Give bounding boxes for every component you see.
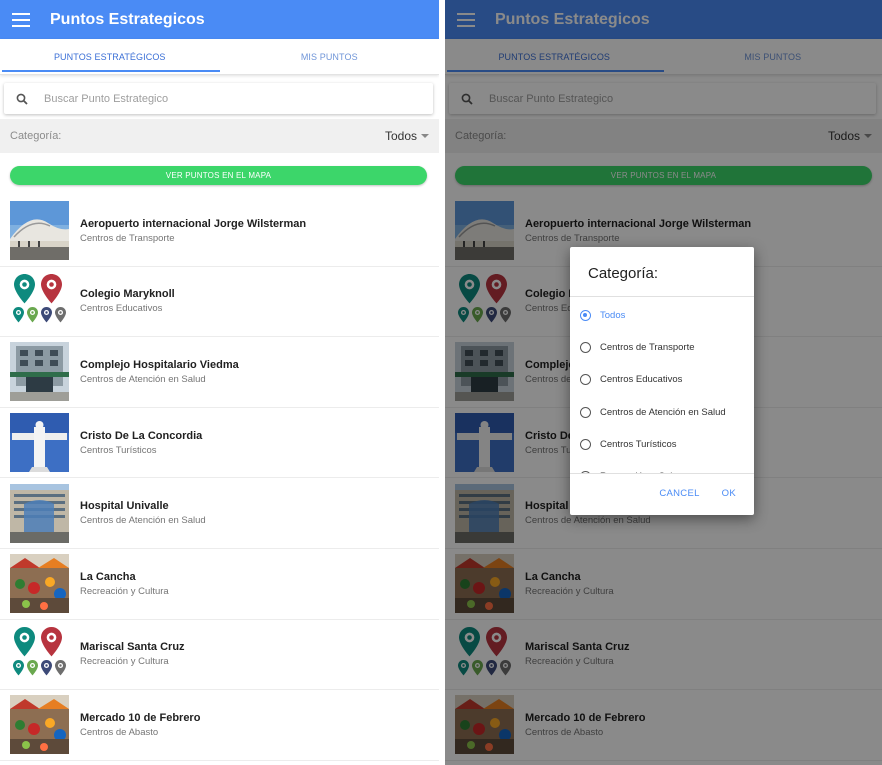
- ok-button[interactable]: OK: [722, 488, 736, 499]
- view-map-button[interactable]: VER PUNTOS EN EL MAPA: [10, 166, 427, 185]
- category-dialog: Categoría: Todos Centros de Transporte C…: [570, 247, 754, 515]
- dialog-actions: CANCEL OK: [570, 473, 754, 513]
- screen-main: Puntos Estrategicos PUNTOS ESTRATÉGICOS …: [0, 0, 439, 765]
- option-label: Todos: [600, 309, 626, 321]
- item-title: Colegio Maryknoll: [80, 288, 175, 301]
- search-input[interactable]: Buscar Punto Estrategico: [4, 83, 433, 114]
- option-label: Centros de Transporte: [600, 341, 695, 353]
- category-option[interactable]: Centros Turísticos: [570, 428, 754, 460]
- item-category: Centros de Abasto: [80, 726, 159, 738]
- item-category: Centros de Atención en Salud: [80, 515, 206, 527]
- map-pins-icon: [10, 271, 69, 331]
- list-item[interactable]: Aeropuerto internacional Jorge Wilsterma…: [0, 196, 439, 267]
- dialog-title: Categoría:: [570, 247, 754, 297]
- radio-icon[interactable]: [580, 309, 591, 321]
- chevron-down-icon: [421, 134, 429, 138]
- option-label: Centros Educativos: [600, 374, 683, 386]
- item-title: Mercado 10 de Febrero: [80, 711, 201, 724]
- thumbnail-image: [10, 695, 69, 755]
- item-title: La Cancha: [80, 570, 136, 583]
- list-item[interactable]: Colegio Maryknoll Centros Educativos: [0, 267, 439, 338]
- thumbnail-image: [10, 342, 69, 402]
- screen-with-dialog: Puntos Estrategicos PUNTOS ESTRATÉGICOS …: [445, 0, 882, 765]
- points-list: Aeropuerto internacional Jorge Wilsterma…: [0, 196, 439, 761]
- category-option[interactable]: Centros de Atención en Salud: [570, 396, 754, 428]
- thumbnail-image: [10, 483, 69, 543]
- app-title: Puntos Estrategicos: [50, 10, 205, 28]
- search-icon: [4, 93, 40, 105]
- option-label: Centros Turísticos: [600, 438, 677, 450]
- cancel-button[interactable]: CANCEL: [659, 488, 699, 499]
- item-category: Centros Educativos: [80, 303, 163, 315]
- category-filter-bar: Categoría: Todos: [0, 119, 439, 153]
- radio-icon[interactable]: [580, 471, 591, 473]
- map-pins-icon: [10, 624, 69, 684]
- item-title: Cristo De La Concordia: [80, 429, 203, 442]
- menu-icon[interactable]: [0, 0, 42, 39]
- tab-bar: PUNTOS ESTRATÉGICOS MIS PUNTOS: [0, 39, 439, 75]
- list-item[interactable]: Complejo Hospitalario Viedma Centros de …: [0, 337, 439, 408]
- app-bar: Puntos Estrategicos: [0, 0, 439, 39]
- item-category: Recreación y Cultura: [80, 656, 169, 668]
- category-option[interactable]: Todos: [570, 299, 754, 331]
- category-option[interactable]: Recreación y Cultura: [570, 460, 754, 473]
- list-item[interactable]: Mariscal Santa Cruz Recreación y Cultura: [0, 620, 439, 691]
- list-item[interactable]: Cristo De La Concordia Centros Turístico…: [0, 408, 439, 479]
- tab-mis-puntos[interactable]: MIS PUNTOS: [220, 39, 440, 74]
- list-item[interactable]: La Cancha Recreación y Cultura: [0, 549, 439, 620]
- option-label: Centros de Atención en Salud: [600, 406, 726, 418]
- item-title: Hospital Univalle: [80, 500, 169, 513]
- category-option[interactable]: Centros Educativos: [570, 364, 754, 396]
- radio-icon[interactable]: [580, 374, 591, 386]
- option-label: Recreación y Cultura: [600, 471, 689, 473]
- radio-icon[interactable]: [580, 438, 591, 450]
- item-title: Mariscal Santa Cruz: [80, 641, 185, 654]
- search-placeholder: Buscar Punto Estrategico: [44, 92, 169, 105]
- item-title: Complejo Hospitalario Viedma: [80, 358, 239, 371]
- item-title: Aeropuerto internacional Jorge Wilsterma…: [80, 217, 307, 230]
- thumbnail-image: [10, 201, 69, 261]
- category-label: Categoría:: [10, 130, 62, 142]
- item-category: Centros de Atención en Salud: [80, 373, 206, 385]
- category-selected-value: Todos: [384, 129, 417, 143]
- tab-puntos-estrategicos[interactable]: PUNTOS ESTRATÉGICOS: [0, 39, 220, 74]
- item-category: Recreación y Cultura: [80, 585, 169, 597]
- item-category: Centros Turísticos: [80, 444, 157, 456]
- list-item[interactable]: Hospital Univalle Centros de Atención en…: [0, 478, 439, 549]
- radio-icon[interactable]: [580, 341, 591, 353]
- category-dropdown[interactable]: Todos: [385, 129, 429, 143]
- thumbnail-image: [10, 413, 69, 473]
- category-option[interactable]: Centros de Transporte: [570, 331, 754, 363]
- thumbnail-image: [10, 554, 69, 614]
- radio-icon[interactable]: [580, 406, 591, 418]
- category-options: Todos Centros de Transporte Centros Educ…: [570, 297, 754, 473]
- item-category: Centros de Transporte: [80, 232, 175, 244]
- list-item[interactable]: Mercado 10 de Febrero Centros de Abasto: [0, 690, 439, 761]
